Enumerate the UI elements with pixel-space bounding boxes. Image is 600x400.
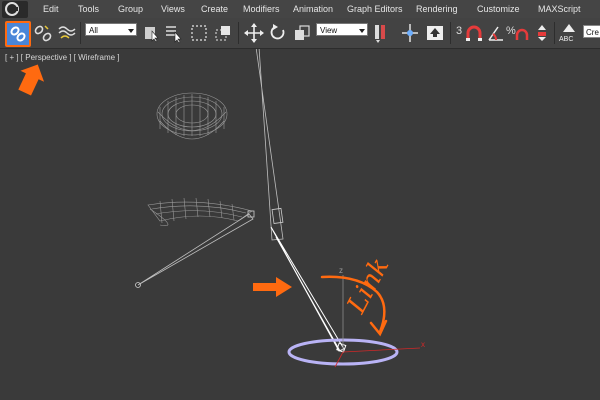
select-and-rotate-button[interactable] [268, 22, 288, 44]
select-and-scale-button[interactable] [292, 22, 312, 44]
reference-coordinate-dropdown[interactable]: View [316, 23, 368, 36]
app-logo[interactable] [2, 1, 28, 18]
menu-edit[interactable]: Edit [43, 4, 59, 14]
named-selection-abc-icon: ABC [559, 24, 575, 43]
viewport-point-of-view-menu[interactable]: [ Perspective ] [21, 53, 72, 62]
angle-snap-button[interactable] [486, 22, 506, 44]
orange-arrow-up-icon [18, 64, 45, 96]
link-handwritten-label: Link [341, 253, 395, 319]
select-object-icon [145, 27, 159, 43]
menu-customize[interactable]: Customize [477, 4, 520, 14]
viewport-scene: z x Link [18, 49, 425, 368]
scale-icon [295, 25, 310, 40]
menu-views[interactable]: Views [161, 4, 185, 14]
menu-rendering[interactable]: Rendering [416, 4, 458, 14]
menu-modifiers[interactable]: Modifiers [243, 4, 280, 14]
edit-named-selection-button[interactable]: ABC [558, 22, 578, 44]
manipulate-icon [402, 24, 418, 42]
axis-x-label: x [421, 340, 425, 349]
snap-3d-label: 3 [456, 25, 463, 37]
menu-create[interactable]: Create [201, 4, 228, 14]
wireframe-jar-object[interactable] [156, 92, 228, 140]
main-toolbar: All View 3 % ABC [0, 18, 600, 49]
menu-maxscript[interactable]: MAXScript [538, 4, 581, 14]
rotate-icon [270, 24, 285, 40]
spinner-snap-icon [538, 25, 546, 41]
toolbar-separator [554, 22, 555, 44]
select-and-manipulate-button[interactable] [400, 22, 420, 44]
spinner-snap-button[interactable] [534, 22, 554, 44]
svg-text:ABC: ABC [559, 36, 573, 43]
selection-filter-value: All [89, 26, 98, 35]
percent-magnet-icon [515, 28, 529, 40]
chevron-down-icon [359, 29, 365, 33]
use-pivot-point-center-button[interactable] [372, 22, 392, 44]
magnet-snap-icon [466, 25, 482, 41]
select-object-button[interactable] [141, 22, 161, 44]
keyboard-override-icon [427, 26, 443, 40]
chevron-down-icon [128, 29, 134, 33]
unlink-icon [34, 25, 52, 42]
select-by-name-icon [166, 26, 182, 44]
perspective-viewport[interactable]: z x Link [ + ] [ Perspective ] [ Wirefra… [0, 49, 600, 400]
select-and-link-button[interactable] [5, 21, 31, 47]
select-by-name-button[interactable] [163, 22, 183, 44]
percent-snap-button[interactable] [514, 22, 534, 44]
select-and-move-button[interactable] [244, 22, 264, 44]
keyboard-shortcut-override-button[interactable] [425, 22, 445, 44]
max-logo-icon [5, 2, 19, 16]
menu-bar: Edit Tools Group Views Create Modifiers … [0, 0, 600, 18]
rectangle-selection-icon [191, 25, 207, 41]
window-crossing-icon [215, 26, 230, 41]
axis-z-label: z [339, 266, 343, 275]
viewport-shading-menu[interactable]: [ Wireframe ] [74, 53, 120, 62]
toolbar-separator [450, 22, 451, 44]
space-warp-icon [58, 26, 76, 39]
wireframe-short-bone[interactable] [135, 210, 255, 288]
selection-filter-dropdown[interactable]: All [85, 23, 137, 36]
window-crossing-button[interactable] [213, 22, 233, 44]
viewport-label: [ + ] [ Perspective ] [ Wireframe ] [5, 53, 120, 62]
bind-space-warp-button[interactable] [57, 22, 77, 44]
menu-graph-editors[interactable]: Graph Editors [347, 4, 403, 14]
wireframe-long-bone[interactable] [255, 49, 284, 241]
wireframe-tray-object[interactable] [147, 197, 253, 226]
menu-animation[interactable]: Animation [293, 4, 333, 14]
named-selection-set-field[interactable]: Cre [583, 25, 600, 38]
angle-snap-icon [488, 26, 503, 41]
menu-tools[interactable]: Tools [78, 4, 99, 14]
orange-arrow-right-icon [253, 277, 292, 297]
pivot-center-icon [375, 25, 385, 43]
rectangular-selection-button[interactable] [189, 22, 209, 44]
link-chain-icon [10, 26, 26, 42]
menu-group[interactable]: Group [118, 4, 143, 14]
move-icon [244, 23, 264, 43]
viewport-general-menu[interactable]: [ + ] [5, 53, 19, 62]
toolbar-separator [80, 22, 81, 44]
reference-coordinate-value: View [320, 26, 338, 35]
unlink-selection-button[interactable] [33, 22, 53, 44]
snaps-toggle-button[interactable] [464, 22, 484, 44]
toolbar-separator [238, 22, 239, 44]
